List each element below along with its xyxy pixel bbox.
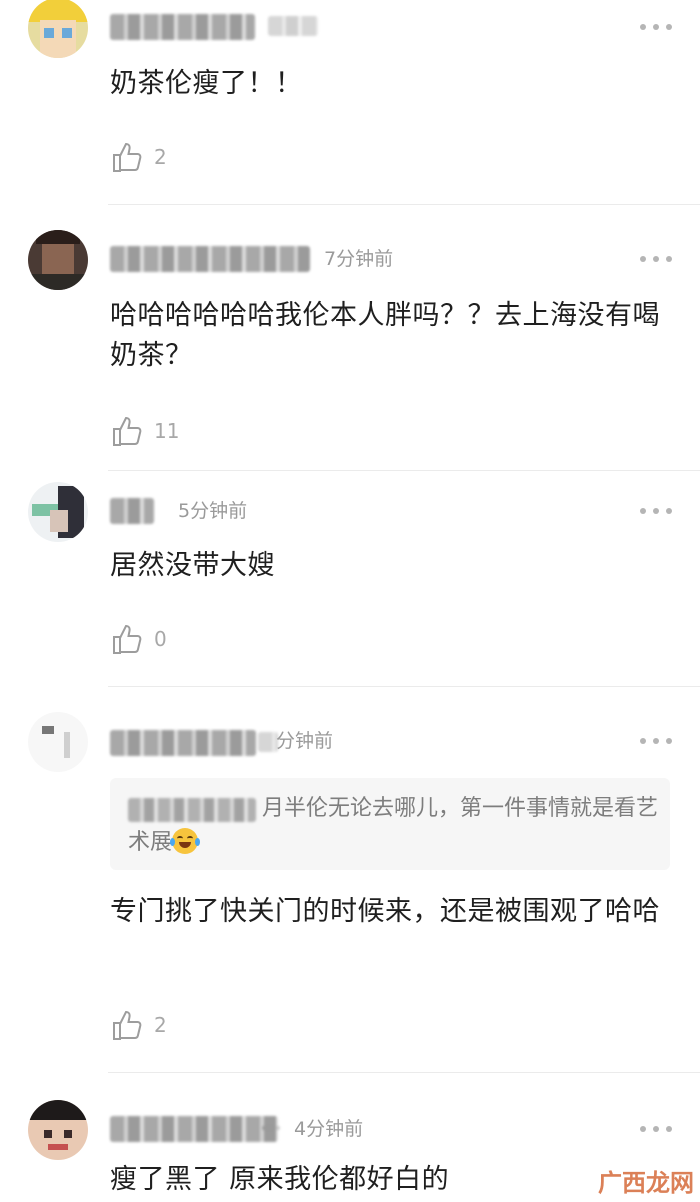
divider [108, 470, 700, 471]
like-button[interactable]: 0 [112, 622, 167, 656]
thumbs-up-icon [113, 624, 142, 654]
laughing-with-tears-icon [170, 828, 201, 854]
username-blurred[interactable] [110, 246, 310, 272]
divider [108, 204, 700, 205]
user-avatar[interactable] [28, 1100, 88, 1160]
more-options-icon[interactable] [640, 254, 672, 264]
comment-time: 分钟前 [276, 730, 334, 752]
like-count: 0 [154, 627, 167, 651]
time-blurred [268, 16, 318, 36]
like-count: 11 [154, 419, 180, 443]
more-options-icon[interactable] [640, 506, 672, 516]
more-options-icon[interactable] [640, 22, 672, 32]
username-blurred[interactable] [110, 730, 256, 756]
thumbs-up-icon [113, 142, 142, 172]
comment-text: 居然没带大嫂 [110, 550, 275, 581]
more-options-icon[interactable] [640, 736, 672, 746]
user-avatar[interactable] [28, 482, 88, 542]
comment-text: 专门挑了快关门的时候来，还是被围观了哈哈 [110, 896, 660, 927]
like-button[interactable]: 11 [112, 414, 179, 448]
comment-time: 7分钟前 [324, 248, 394, 270]
like-count: 2 [154, 1013, 167, 1037]
user-avatar[interactable] [28, 712, 88, 772]
comment-text: 奶茶伦瘦了！！ [110, 68, 303, 99]
like-button[interactable]: 2 [112, 1008, 167, 1042]
thumbs-up-icon [113, 416, 142, 446]
username-blurred[interactable] [110, 498, 154, 524]
site-watermark: 广西龙网 [598, 1169, 694, 1197]
time-prefix-blurred [258, 732, 278, 752]
comments-page: { "comments": [ { "time": "", "text": "奶… [0, 0, 700, 1202]
like-button[interactable]: 2 [112, 140, 167, 174]
more-options-icon[interactable] [640, 1124, 672, 1134]
divider [108, 686, 700, 687]
username-blurred[interactable] [110, 1116, 278, 1142]
comment-time: 5分钟前 [178, 500, 248, 522]
user-avatar[interactable] [28, 0, 88, 58]
thumbs-up-icon [113, 1010, 142, 1040]
like-count: 2 [154, 145, 167, 169]
username-suffix-blurred [262, 1126, 280, 1130]
user-avatar[interactable] [28, 230, 88, 290]
quoted-text: 月半伦无论去哪儿，第一件事情就是看艺术展 [128, 796, 659, 855]
comment-text: 哈哈哈哈哈哈我伦本人胖吗？？去上海没有喝奶茶？ [110, 300, 660, 371]
comment-text: 瘦了黑了 原来我伦都好白的 [110, 1164, 450, 1195]
quoted-reply[interactable]: 月半伦无论去哪儿，第一件事情就是看艺术展 [110, 778, 670, 870]
divider [108, 1072, 700, 1073]
username-blurred[interactable] [110, 14, 255, 40]
comment-time: 4分钟前 [294, 1118, 364, 1140]
